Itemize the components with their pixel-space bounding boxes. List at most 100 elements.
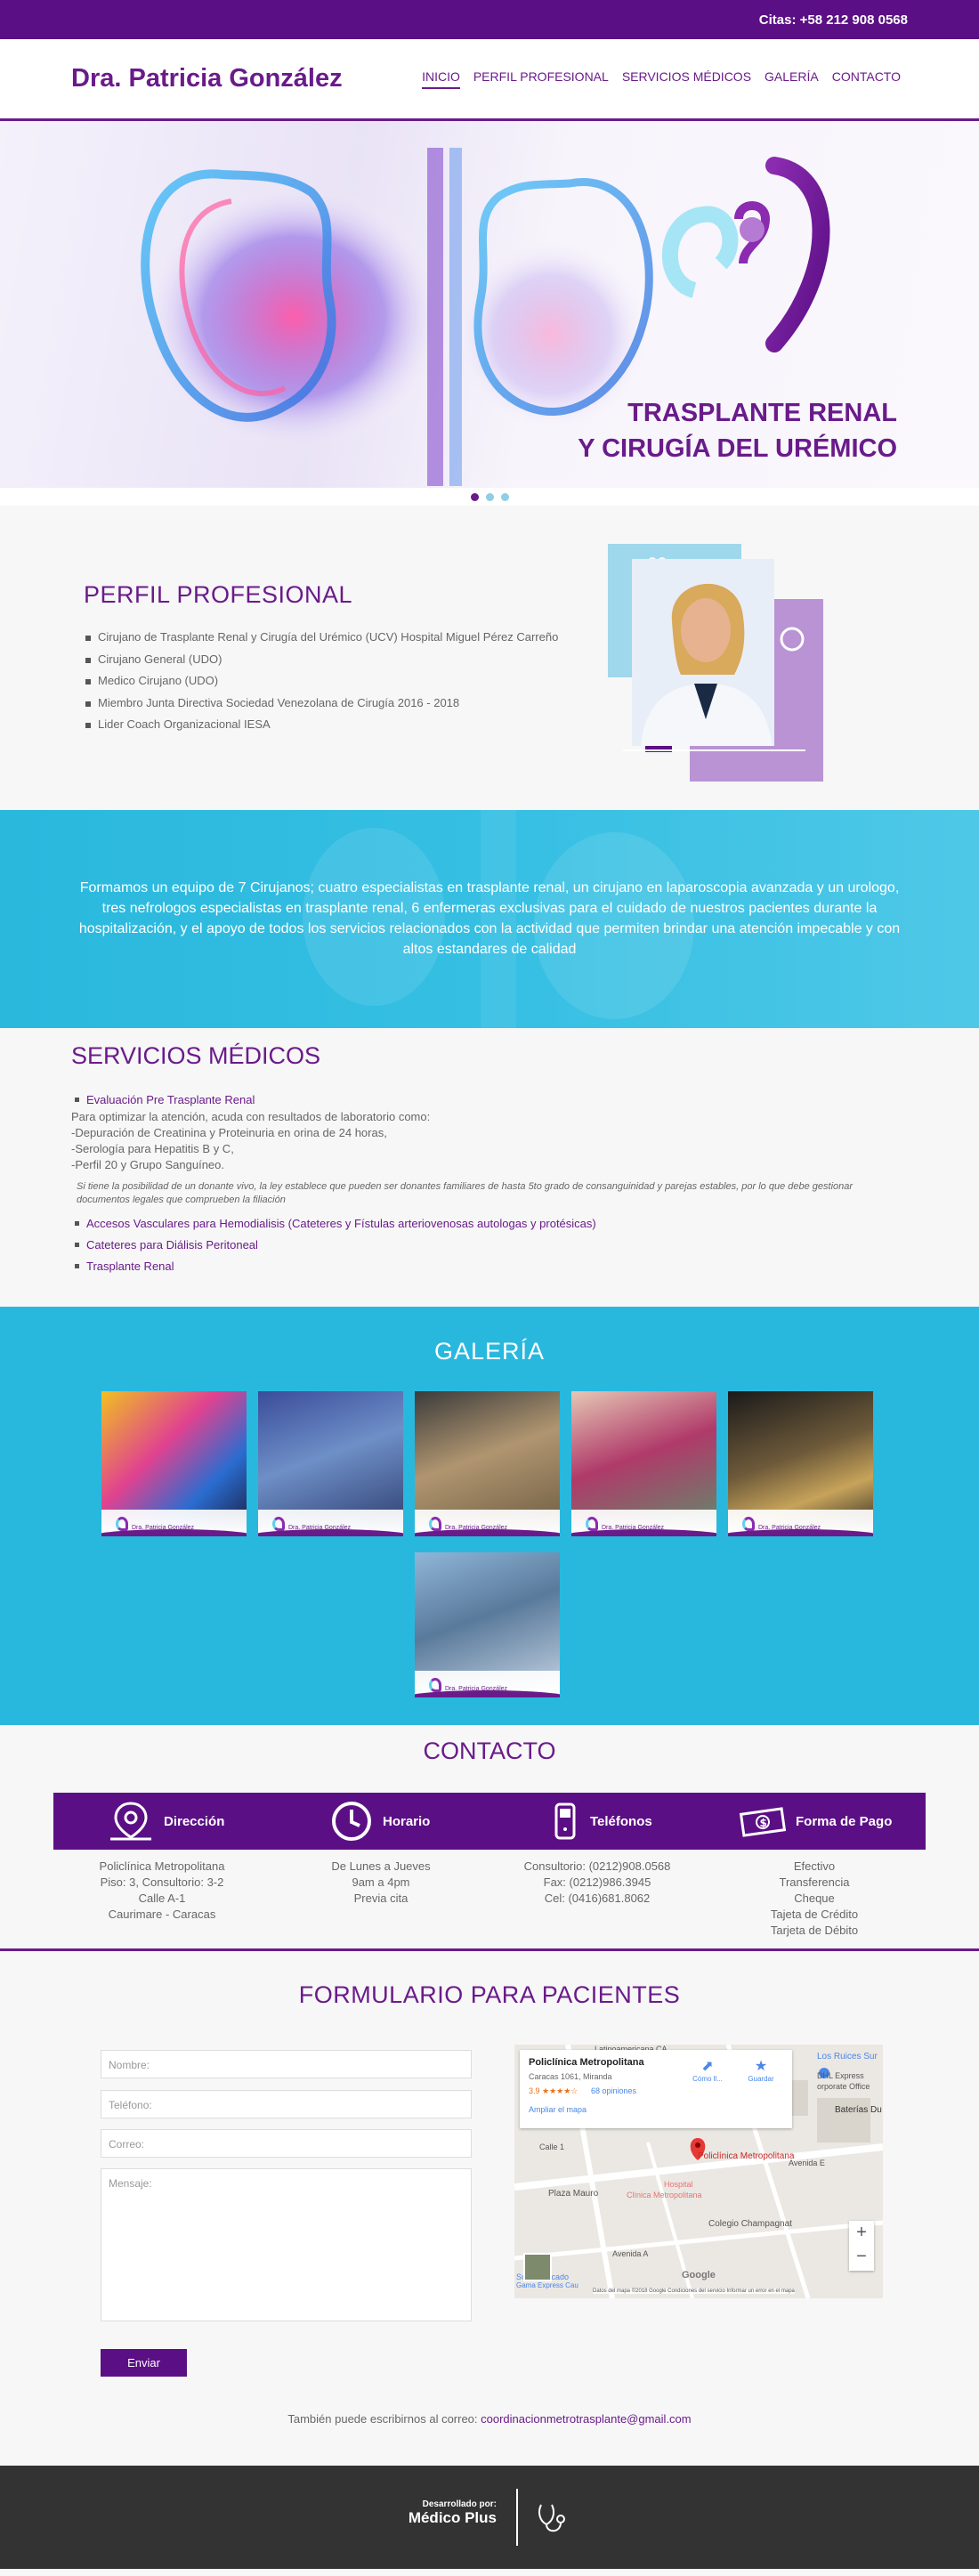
- contact-col-pago: $ Forma de Pago: [739, 1793, 892, 1850]
- top-bar: Citas: +58 212 908 0568: [0, 0, 979, 39]
- footer-credit: Desarrollado por: Médico Plus: [392, 2499, 497, 2527]
- perfil-item: Cirujano General (UDO): [85, 649, 558, 671]
- header: Dra. Patricia González INICIO PERFIL PRO…: [0, 39, 979, 121]
- map-label: Gama Express Cau: [516, 2281, 578, 2289]
- servicio-line: -Depuración de Creatinina y Proteinuria …: [71, 1126, 387, 1139]
- gallery-photo[interactable]: Dra. Patricia González: [728, 1391, 873, 1536]
- footer: Desarrollado por: Médico Plus: [0, 2466, 979, 2569]
- map-pin-icon: [110, 1802, 151, 1841]
- map-enlarge-link[interactable]: Ampliar el mapa: [529, 2105, 587, 2114]
- team-text: Formamos un equipo de 7 Cirujanos; cuatr…: [78, 880, 901, 957]
- map-attribution: Datos del mapa ©2018 Google Condiciones …: [593, 2288, 795, 2294]
- email-prefix: También puede escribirnos al correo:: [287, 2412, 481, 2426]
- servicios-title: SERVICIOS MÉDICOS: [71, 1042, 321, 1069]
- map-directions-button[interactable]: ⬈ Cómo ll...: [687, 2057, 728, 2083]
- hero-title-line1: TRASPLANTE RENAL: [627, 399, 897, 427]
- map-label: Colegio Champagnat: [708, 2219, 792, 2229]
- map-label: Plaza Mauro: [548, 2189, 599, 2199]
- gallery-photo[interactable]: Dra. Patricia González: [415, 1552, 560, 1697]
- map-label: Avenida A: [612, 2249, 649, 2258]
- email-line: También puede escribirnos al correo: coo…: [0, 2412, 979, 2426]
- nombre-field[interactable]: Nombre:: [101, 2050, 472, 2078]
- contact-info-telefonos: Consultorio: (0212)908.0568 Fax: (0212)98…: [523, 1859, 671, 1905]
- contact-label: Forma de Pago: [796, 1813, 893, 1829]
- telefono-field[interactable]: Teléfono:: [101, 2090, 472, 2118]
- map-zoom-controls[interactable]: + −: [849, 2221, 874, 2271]
- formulario-section: FORMULARIO PARA PACIENTES Nombre: Teléfo…: [0, 1951, 979, 2466]
- map-label: DHL Express: [817, 2071, 864, 2080]
- contact-info-pago: Efectivo Transferencia Cheque Tajeta de Cré…: [770, 1859, 859, 1937]
- map-label: Clínica Metropolitana: [627, 2191, 702, 2199]
- correo-field[interactable]: Correo:: [101, 2129, 472, 2158]
- contact-label: Horario: [383, 1813, 431, 1829]
- contact-bar: Dirección Horario Teléfonos $ Forma de P…: [53, 1793, 926, 1850]
- phone-text: Citas: +58 212 908 0568: [758, 12, 908, 28]
- perfil-list: Cirujano de Trasplante Renal y Cirugía d…: [85, 627, 558, 736]
- directions-icon: ⬈: [701, 2059, 714, 2074]
- gallery-photo[interactable]: Dra. Patricia González: [258, 1391, 403, 1536]
- slider-dot[interactable]: [500, 492, 509, 501]
- map-marker-label: Policlínica Metropolitana: [698, 2151, 795, 2161]
- map-satellite-toggle[interactable]: [523, 2253, 552, 2281]
- contact-label: Dirección: [164, 1813, 225, 1829]
- map-reviews[interactable]: 68 opiniones: [591, 2086, 636, 2095]
- brand-title[interactable]: Dra. Patricia González: [71, 64, 343, 93]
- gallery-photo[interactable]: Dra. Patricia González: [101, 1391, 247, 1536]
- map-label: Hospital: [664, 2180, 693, 2189]
- hero-title: TRASPLANTE RENAL Y CIRUGÍA DEL URÉMICO: [578, 395, 897, 466]
- nav-inicio[interactable]: INICIO: [422, 69, 460, 89]
- servicio-line: Para optimizar la atención, acuda con re…: [71, 1110, 431, 1123]
- perfil-title: PERFIL PROFESIONAL: [84, 581, 353, 608]
- star-icon: ★: [754, 2059, 768, 2074]
- enviar-button[interactable]: Enviar: [101, 2349, 187, 2377]
- gallery-photo[interactable]: Dra. Patricia González: [415, 1391, 560, 1536]
- email-link[interactable]: coordinacionmetrotrasplante@gmail.com: [481, 2412, 691, 2426]
- map-label: orporate Office: [817, 2082, 870, 2091]
- nav-contacto[interactable]: CONTACTO: [832, 69, 901, 89]
- galeria-title: GALERÍA: [433, 1338, 546, 1365]
- contact-info-horario: De Lunes a Jueves 9am a 4pm Previa cita: [331, 1859, 431, 1905]
- map-label: Baterías Du: [835, 2105, 882, 2115]
- slider-dot[interactable]: [485, 492, 494, 501]
- servicios-section: SERVICIOS MÉDICOS Evaluación Pre Traspla…: [0, 1028, 979, 1307]
- main-nav: INICIO PERFIL PROFESIONAL SERVICIOS MÉDI…: [422, 69, 901, 89]
- contact-col-telefonos: Teléfonos: [547, 1793, 652, 1850]
- map-save-button[interactable]: ★ Guardar: [740, 2057, 781, 2083]
- map-label: Los Ruices Sur: [817, 2052, 878, 2062]
- google-logo: Google: [682, 2270, 716, 2280]
- servicio-item[interactable]: Accesos Vasculares para Hemodialisis (Ca…: [75, 1217, 596, 1230]
- map-label: Calle 1: [539, 2143, 565, 2151]
- svg-text:$: $: [760, 1817, 767, 1829]
- perfil-item: Lider Coach Organizacional IESA: [85, 714, 558, 736]
- servicio-item[interactable]: Evaluación Pre Trasplante Renal: [75, 1093, 255, 1106]
- clock-icon: [332, 1802, 371, 1841]
- galeria-section: GALERÍA Dra. Patricia González Dra. Patr…: [0, 1307, 979, 1725]
- servicio-item[interactable]: Trasplante Renal: [75, 1260, 174, 1273]
- slider-dot[interactable]: [470, 492, 479, 501]
- slider-dots: [0, 488, 979, 506]
- footer-divider: [516, 2489, 518, 2546]
- zoom-out-button[interactable]: −: [849, 2245, 874, 2269]
- dev-label: Desarrollado por:: [422, 2499, 497, 2509]
- nav-galeria[interactable]: GALERÍA: [765, 69, 819, 89]
- contacto-section: CONTACTO Dirección Horario Teléfonos $ F…: [0, 1725, 979, 1951]
- servicio-item[interactable]: Cateteres para Diálisis Peritoneal: [75, 1238, 258, 1252]
- nav-servicios[interactable]: SERVICIOS MÉDICOS: [622, 69, 751, 89]
- map-place-card: Policlínica Metropolitana Caracas 1061, …: [520, 2050, 792, 2128]
- zoom-in-button[interactable]: +: [849, 2221, 874, 2245]
- formulario-title: FORMULARIO PARA PACIENTES: [298, 1981, 681, 2008]
- dev-name[interactable]: Médico Plus: [392, 2509, 497, 2527]
- map-address: Caracas 1061, Miranda: [529, 2072, 612, 2081]
- nav-perfil[interactable]: PERFIL PROFESIONAL: [473, 69, 609, 89]
- mensaje-field[interactable]: Mensaje:: [101, 2168, 472, 2321]
- phone-icon: [554, 1802, 576, 1840]
- contact-col-horario: Horario: [329, 1793, 430, 1850]
- perfil-item: Cirujano de Trasplante Renal y Cirugía d…: [85, 627, 558, 649]
- contact-col-direccion: Dirección: [107, 1793, 224, 1850]
- google-map[interactable]: Latinoamericana CA Los Ruices Sur DHL Ex…: [514, 2045, 883, 2298]
- hero-slider[interactable]: TRASPLANTE RENAL Y CIRUGÍA DEL URÉMICO: [0, 121, 979, 488]
- contacto-title: CONTACTO: [423, 1738, 556, 1764]
- gallery-photo[interactable]: Dra. Patricia González: [571, 1391, 716, 1536]
- team-banner: Formamos un equipo de 7 Cirujanos; cuatr…: [0, 810, 979, 1028]
- perfil-section: PERFIL PROFESIONAL Cirujano de Trasplant…: [0, 506, 979, 810]
